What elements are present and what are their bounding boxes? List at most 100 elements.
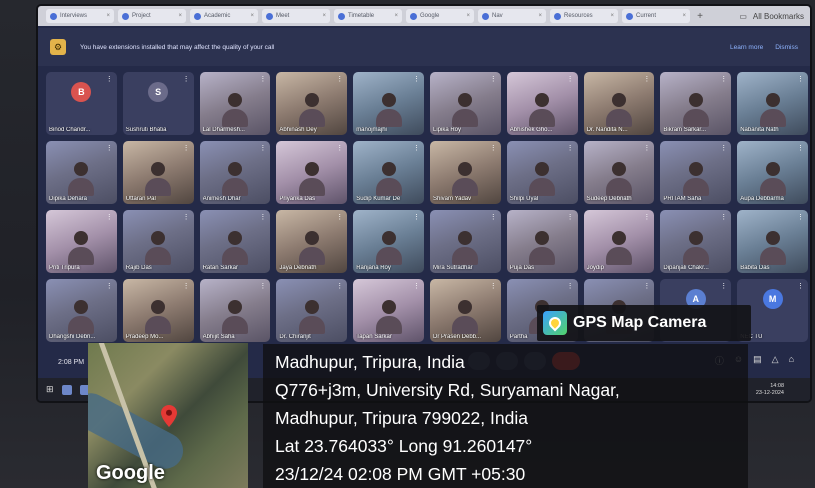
laptop-frame: Interviews × Project × Academic × Meet × Tim… [0, 0, 815, 488]
gps-address-line-1: Q776+j3m, University Rd, Suryamani Nagar… [275, 380, 620, 400]
close-icon[interactable]: × [394, 13, 398, 19]
gps-badge-title: GPS Map Camera [573, 314, 707, 331]
browser-tab[interactable]: Resources × [550, 9, 618, 23]
mic-muted-icon: ⋮ [336, 283, 344, 290]
banner-message: You have extensions installed that may a… [80, 43, 275, 51]
participant-video [68, 231, 95, 265]
browser-tab[interactable]: Project × [118, 9, 186, 23]
mic-muted-icon: ⋮ [105, 76, 113, 83]
chat-icon[interactable]: ▤ [753, 354, 762, 367]
windows-start-icon[interactable]: ⊞ [46, 384, 54, 395]
new-tab-button[interactable]: + [694, 11, 706, 22]
participant-tile[interactable]: ⋮ Priyanka Das [276, 141, 348, 204]
browser-tab[interactable]: Meet × [262, 9, 330, 23]
participant-name: Joydip [586, 265, 604, 271]
bookmarks-folder-icon[interactable]: ▭ [739, 12, 747, 21]
learn-more-link[interactable]: Learn more [730, 44, 763, 51]
participant-tile[interactable]: ⋮ Dipanjali Chakr... [660, 210, 732, 273]
participant-name: Priti Tripura [49, 265, 80, 271]
participant-tile[interactable]: ⋮ Uttaran Pal [122, 141, 194, 204]
close-icon[interactable]: × [610, 13, 614, 19]
dismiss-button[interactable]: Dismiss [775, 44, 798, 51]
participant-tile[interactable]: ⋮ Tapan Sarkar [353, 279, 424, 342]
browser-tab[interactable]: Academic × [190, 9, 258, 23]
close-icon[interactable]: × [250, 13, 254, 19]
mic-muted-icon: ⋮ [720, 283, 728, 290]
window-controls: ▭ All Bookmarks [739, 12, 810, 21]
participant-name: Sudeep Debnath [586, 196, 632, 202]
participant-video [605, 162, 632, 196]
participant-tile[interactable]: ⋮ Jaya Debnath [276, 210, 348, 273]
tab-favicon-icon [50, 12, 57, 20]
participant-name: Dipanjali Chakr... [663, 265, 709, 271]
activities-icon[interactable]: △ [772, 354, 779, 367]
browser-tab[interactable]: Nav × [478, 9, 546, 23]
participant-tile[interactable]: ⋮ manojmajhi [353, 72, 424, 135]
tab-favicon-icon [194, 12, 201, 20]
participant-tile[interactable]: ⋮ Rajib Das [122, 210, 194, 273]
avatar: M [762, 289, 783, 310]
participant-video [452, 93, 479, 127]
close-icon[interactable]: × [538, 13, 542, 19]
participant-tile[interactable]: ⋮ Dr Prasen Debb... [430, 279, 501, 342]
lock-icon[interactable]: ⌂ [789, 354, 794, 367]
browser-tab-active[interactable]: Current × [622, 9, 690, 23]
close-icon[interactable]: × [466, 13, 470, 19]
participant-tile[interactable]: B ⋮ Binod Chandr... [46, 72, 117, 135]
close-icon[interactable]: × [322, 13, 326, 19]
participant-video [375, 162, 402, 196]
participant-tile[interactable]: ⋮ Dr. Nandita N... [583, 72, 655, 135]
mic-muted-icon: ⋮ [566, 283, 574, 290]
participant-video [529, 93, 556, 127]
participant-video [375, 93, 402, 127]
participant-tile[interactable]: ⋮ Abhijit Saha [199, 279, 271, 342]
bookmarks-label[interactable]: All Bookmarks [753, 12, 804, 21]
participant-tile[interactable]: ⋮ Ranjana Roy [353, 210, 424, 273]
participant-tile[interactable]: ⋮ Ratan Sarkar [199, 210, 271, 273]
participant-tile[interactable]: ⋮ Mira Sutradhar [430, 210, 501, 273]
participant-tile[interactable]: ⋮ PRITAM Saha [660, 141, 732, 204]
participant-tile[interactable]: ⋮ Animesh Dhar [199, 141, 271, 204]
participant-tile[interactable]: ⋮ Dhangshi Debn... [46, 279, 117, 342]
taskbar-app-icon[interactable] [61, 384, 72, 395]
mic-muted-icon: ⋮ [105, 283, 113, 290]
browser-tab[interactable]: Timetable × [334, 9, 402, 23]
mic-muted-icon: ⋮ [797, 76, 804, 83]
mic-muted-icon: ⋮ [182, 145, 190, 152]
close-icon[interactable]: × [682, 13, 686, 19]
participant-name: Dr. Nandita N... [586, 127, 628, 133]
close-icon[interactable]: × [178, 13, 182, 19]
participant-tile[interactable]: ⋮ Sudip Kumar De [353, 141, 424, 204]
participant-tile[interactable]: ⋮ Abhinash Dey [276, 72, 348, 135]
browser-tab[interactable]: Interviews × [46, 9, 114, 23]
participant-tile[interactable]: ⋮ Babita Das [737, 210, 808, 273]
gps-map-camera-logo-icon [543, 311, 567, 335]
participant-tile[interactable]: ⋮ Joydip [583, 210, 655, 273]
participant-tile[interactable]: ⋮ Priti Tripura [46, 210, 117, 273]
browser-tab[interactable]: Google × [406, 9, 474, 23]
participant-tile[interactable]: ⋮ Dr. Chiranjit [276, 279, 348, 342]
participant-tile[interactable]: ⋮ Nabanita Nath [737, 72, 808, 135]
mic-muted-icon: ⋮ [489, 145, 497, 152]
participant-tile[interactable]: ⋮ Aupa Debbarma [737, 141, 808, 204]
participant-tile[interactable]: ⋮ Puja Das [506, 210, 578, 273]
participant-tile[interactable]: ⋮ Pradeep Mo... [122, 279, 194, 342]
participant-name: Lal Dharmesh... [202, 127, 245, 133]
mic-muted-icon: ⋮ [259, 145, 267, 152]
participant-tile[interactable]: ⋮ Lipika Roy [430, 72, 501, 135]
participant-name: Dr. Chiranjit [279, 334, 311, 340]
mic-muted-icon: ⋮ [720, 76, 728, 83]
participant-tile[interactable]: ⋮ Dipika Dehara [46, 141, 117, 204]
close-icon[interactable]: × [106, 13, 110, 19]
mic-muted-icon: ⋮ [489, 76, 497, 83]
participant-tile[interactable]: ⋮ Shilpi Uyal [506, 141, 578, 204]
participant-tile[interactable]: ⋮ Lal Dharmesh... [199, 72, 271, 135]
participant-tile[interactable]: ⋮ Abhishek Gho... [506, 72, 578, 135]
mic-muted-icon: ⋮ [182, 76, 190, 83]
laptop-screen: Interviews × Project × Academic × Meet × Tim… [38, 6, 810, 401]
participant-tile[interactable]: ⋮ Shivam Yadav [430, 141, 501, 204]
participant-video [529, 231, 556, 265]
participant-tile[interactable]: ⋮ Sudeep Debnath [583, 141, 655, 204]
participant-tile[interactable]: S ⋮ Sushruti Bhatia [122, 72, 194, 135]
participant-tile[interactable]: ⋮ Bikram Sarkar... [660, 72, 732, 135]
